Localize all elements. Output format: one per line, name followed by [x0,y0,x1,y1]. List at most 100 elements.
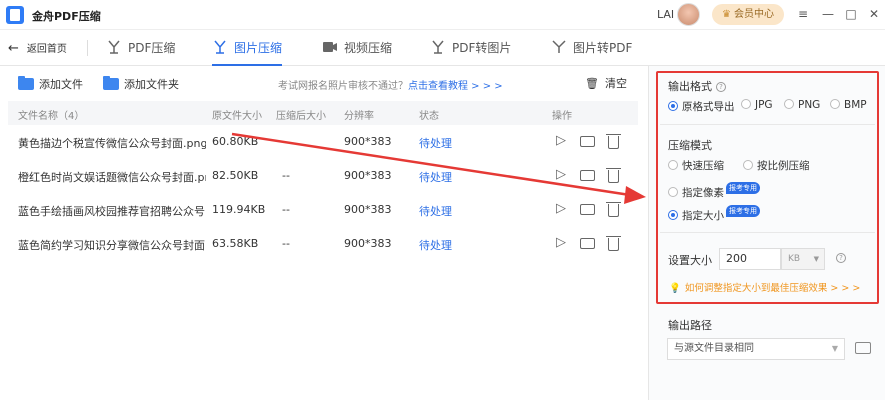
column-header: 操作 [552,111,572,122]
tab-video-compress[interactable]: 视频压缩 [322,39,392,66]
arrow-left-icon: ← [8,41,19,56]
column-header: 分辨率 [344,111,374,122]
minimize-button[interactable]: — [820,6,836,22]
mode-pixel-radio[interactable]: 指定像素 报考专用 [668,182,760,200]
tab-image-compress[interactable]: 图片压缩 [212,39,283,66]
table-row[interactable]: 蓝色手绘插画风校园推荐官招聘公众号... 119.94KB -- 900*383… [8,193,638,227]
chevron-down-icon: ▼ [831,344,838,353]
vip-center-button[interactable]: ♛ 会员中心 [712,4,784,25]
radio-icon [743,160,753,170]
file-table: 文件名称（4） 原文件大小 压缩后大小 分辨率 状态 操作 黄色描边个税宣传微信… [8,101,638,261]
pdf-to-image-icon [432,40,444,54]
status-badge: 待处理 [419,239,452,252]
tab-pdf-compress[interactable]: PDF压缩 [106,39,175,66]
app-title: 金舟PDF压缩 [32,10,101,23]
chevron-down-icon: ▼ [813,255,819,263]
table-row[interactable]: 蓝色简约学习知识分享微信公众号封面.png 63.58KB -- 900*383… [8,227,638,261]
compressed-size: -- [282,237,290,250]
original-size: 60.80KB [212,135,259,148]
play-icon[interactable]: ▷ [553,133,569,149]
mode-ratio-radio[interactable]: 按比例压缩 [743,158,810,173]
table-row[interactable]: 黄色描边个税宣传微信公众号封面.png 60.80KB -- 900*383 待… [8,125,638,159]
browse-folder-icon[interactable] [855,342,871,354]
delete-icon[interactable] [605,235,621,251]
table-header: 文件名称（4） 原文件大小 压缩后大小 分辨率 状态 操作 [8,101,638,125]
file-toolbar: 添加文件 添加文件夹 考试网报名照片审核不通过？点击查看教程 > > > 🗑 清空 [0,66,648,100]
play-icon[interactable]: ▷ [553,235,569,251]
folder-icon[interactable] [579,167,595,183]
radio-icon [668,187,678,197]
add-file-button[interactable]: 添加文件 [18,76,83,92]
image-to-pdf-icon [552,40,566,53]
crown-icon: ♛ [722,9,731,20]
file-name: 橙红色时尚文娱话题微信公众号封面.png [18,171,206,184]
back-home-button[interactable]: ← 返回首页 [8,40,67,56]
file-name: 黄色描边个税宣传微信公众号封面.png [18,137,206,150]
add-folder-icon [103,76,119,90]
compressed-size: -- [282,169,290,182]
section-divider [660,232,875,233]
radio-icon [741,99,751,109]
file-name: 蓝色简约学习知识分享微信公众号封面.png [18,239,206,252]
resolution: 900*383 [344,169,392,182]
resolution: 900*383 [344,237,392,250]
video-compress-icon [323,42,337,52]
status-badge: 待处理 [419,171,452,184]
compress-mode-title: 压缩模式 [668,139,712,152]
avatar[interactable] [677,3,700,26]
column-header: 压缩后大小 [276,111,326,122]
clear-button[interactable]: 🗑 清空 [585,75,627,91]
user-name[interactable]: LAI [657,8,674,21]
file-name: 蓝色手绘插画风校园推荐官招聘公众号... [18,205,206,218]
format-png-radio[interactable]: PNG [784,99,820,111]
column-header: 状态 [419,111,439,122]
status-badge: 待处理 [419,205,452,218]
compressed-size: -- [282,135,290,148]
table-row[interactable]: 橙红色时尚文娱话题微信公众号封面.png 82.50KB -- 900*383 … [8,159,638,193]
original-size: 82.50KB [212,169,259,182]
help-icon[interactable]: ? [836,253,846,263]
help-icon[interactable]: ? [716,82,726,92]
delete-icon[interactable] [605,133,621,149]
section-divider [660,124,875,125]
compressed-size: -- [282,203,290,216]
original-size: 119.94KB [212,203,266,216]
resolution: 900*383 [344,203,392,216]
menu-icon[interactable]: ≡ [795,6,811,22]
delete-icon[interactable] [605,201,621,217]
pdf-compress-icon [108,40,120,54]
unit-select[interactable]: KB ▼ [781,248,825,270]
mode-size-radio[interactable]: 指定大小 报考专用 [668,205,760,223]
size-input[interactable]: 200 [719,248,781,270]
radio-icon [784,99,794,109]
tab-image-to-pdf[interactable]: 图片转PDF [551,39,632,66]
format-bmp-radio[interactable]: BMP [830,99,867,111]
delete-icon[interactable] [605,167,621,183]
folder-icon[interactable] [579,235,595,251]
resolution: 900*383 [344,135,392,148]
format-jpg-radio[interactable]: JPG [741,99,773,111]
image-compress-icon [214,40,226,54]
lightbulb-icon: 💡 [669,283,681,294]
tab-pdf-to-image[interactable]: PDF转图片 [430,39,511,66]
trash-icon: 🗑 [585,77,599,90]
original-size: 63.58KB [212,237,259,250]
play-icon[interactable]: ▷ [553,201,569,217]
format-original-radio[interactable]: 原格式导出 [668,99,735,114]
close-button[interactable]: ✕ [866,6,882,22]
mode-fast-radio[interactable]: 快速压缩 [668,158,724,173]
folder-icon[interactable] [579,201,595,217]
output-format-title: 输出格式? [668,78,726,94]
output-path-select[interactable]: 与源文件目录相同 ▼ [667,338,845,360]
exam-tag-badge: 报考专用 [726,205,760,217]
tutorial-link[interactable]: 点击查看教程 > > > [408,81,503,92]
add-folder-button[interactable]: 添加文件夹 [103,76,179,92]
column-header: 文件名称（4） [18,111,85,122]
play-icon[interactable]: ▷ [553,167,569,183]
maximize-button[interactable]: □ [843,6,859,22]
radio-icon [830,99,840,109]
add-file-icon [18,76,34,90]
title-bar: 金舟PDF压缩 LAI ♛ 会员中心 ≡ — □ ✕ [0,0,885,30]
folder-icon[interactable] [579,133,595,149]
size-tip-link[interactable]: 💡 如何调整指定大小到最佳压缩效果 > > > [669,280,860,294]
